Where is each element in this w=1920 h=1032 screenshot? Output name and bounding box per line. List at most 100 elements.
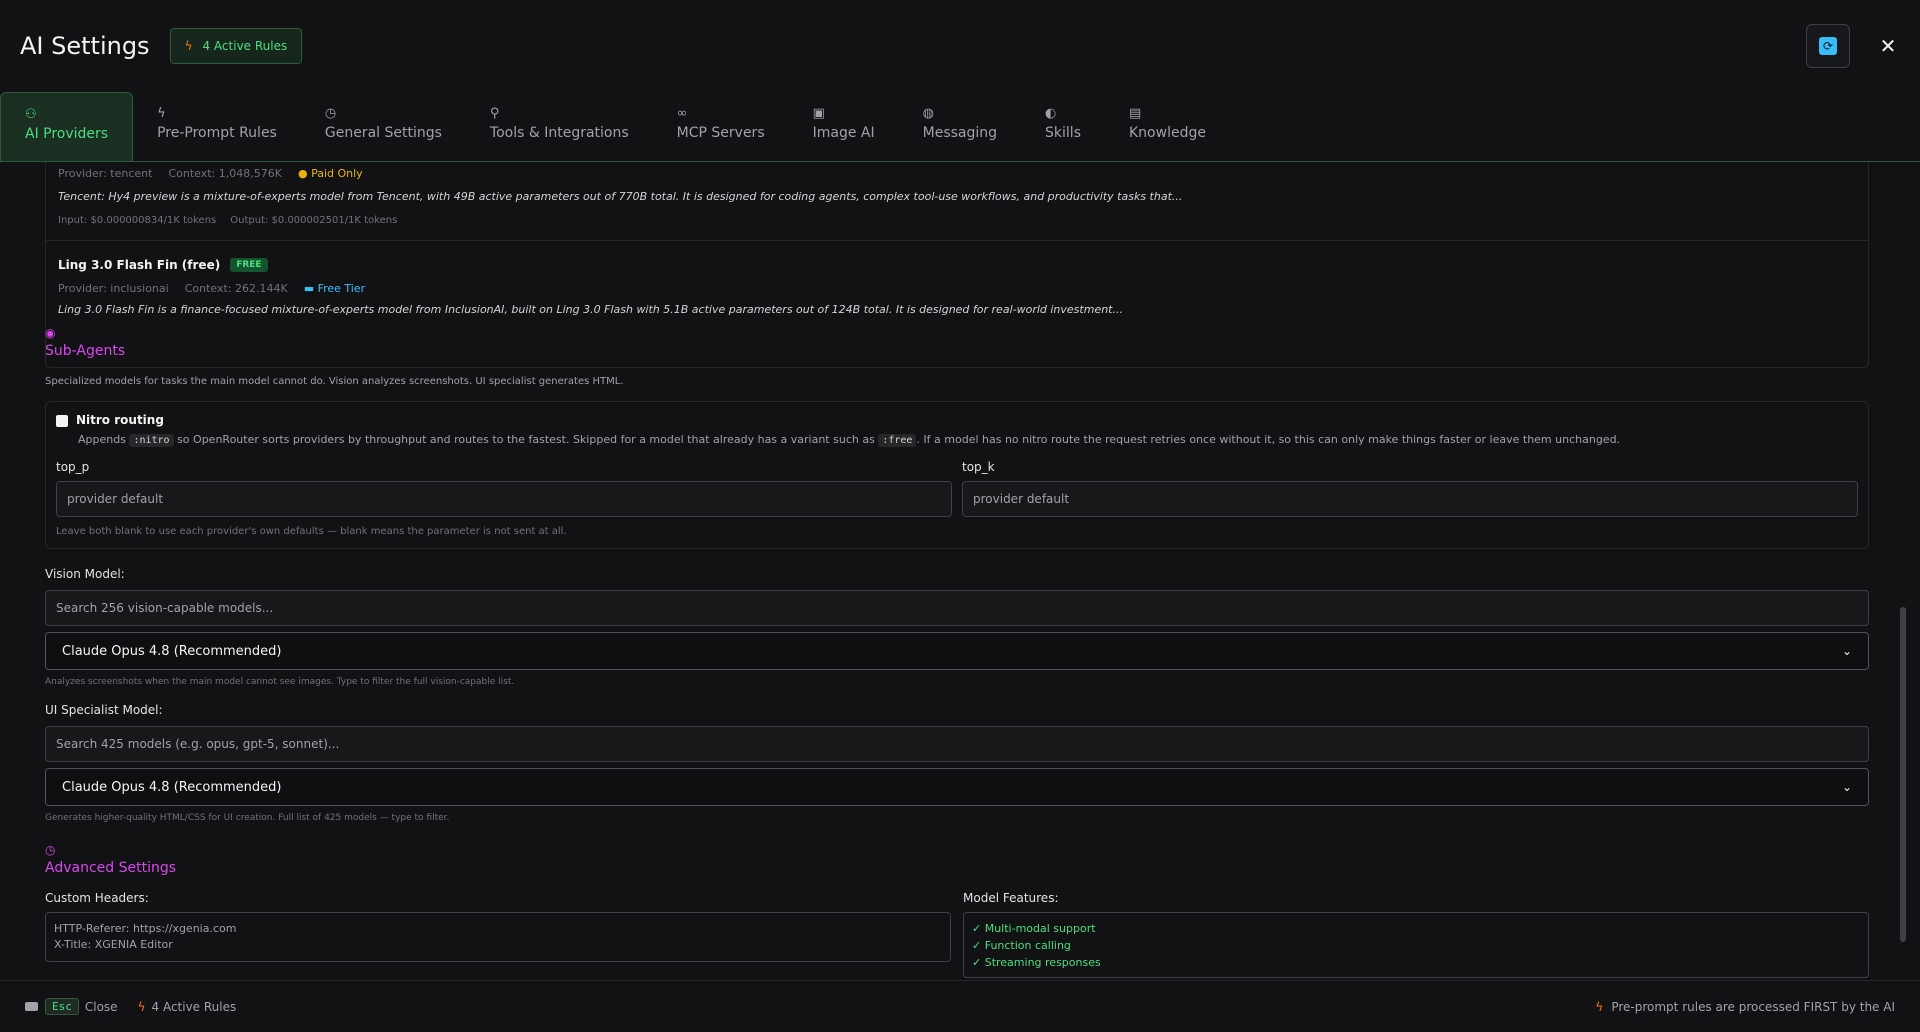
close-icon[interactable]: ✕ [1876,34,1900,58]
tab-skills[interactable]: ◐ Skills [1021,92,1105,161]
vision-model-search-input[interactable]: Search 256 vision-capable models... [45,590,1869,626]
ui-specialist-selected: Claude Opus 4.8 (Recommended) [62,779,282,795]
clock-icon: ◷ [45,843,56,857]
tab-label: General Settings [324,125,442,141]
tab-mcp-servers[interactable]: ∞ MCP Servers [653,92,789,161]
vision-model-hint: Analyzes screenshots when the main model… [45,677,515,687]
bolt-icon: ϟ [1595,999,1604,1014]
top-p-input[interactable]: provider default [56,481,952,517]
sync-button[interactable]: ⟳ [1806,24,1850,68]
ui-specialist-search-input[interactable]: Search 425 models (e.g. opus, gpt-5, son… [45,726,1869,762]
chevron-down-icon: ⌄ [1841,780,1852,794]
free-badge: FREE [230,258,268,272]
tab-label: Knowledge [1129,125,1206,141]
eye-icon: ◉ [45,326,56,340]
image-icon: ▣ [812,106,825,121]
model-description: Tencent: Hy4 preview is a mixture-of-exp… [58,190,1183,203]
tab-label: Skills [1045,125,1081,141]
custom-header-line: X-Title: XGENIA Editor [54,938,173,951]
tab-image-ai[interactable]: ▣ Image AI [789,92,899,161]
settings-footer: Esc Close ϟ 4 Active Rules ϟ Pre-prompt … [0,980,1920,1032]
ui-specialist-label: UI Specialist Model: [45,703,163,717]
scrollbar-thumb[interactable] [1900,607,1906,942]
tab-label: AI Providers [25,126,109,142]
nitro-routing-label: Nitro routing [76,413,164,427]
nitro-desc-part: so OpenRouter sorts providers by through… [177,433,875,446]
tab-messaging[interactable]: ◍ Messaging [899,92,1021,161]
paid-only-badge: ● Paid Only [298,167,363,180]
custom-headers-textarea[interactable]: HTTP-Referer: https://xgenia.com X-Title… [45,912,951,962]
model-description: Ling 3.0 Flash Fin is a finance-focused … [58,303,1123,316]
esc-key: Esc [45,998,79,1015]
footer-info-text: Pre-prompt rules are processed FIRST by … [1611,999,1895,1014]
model-output-price: Output: $0.000002501/1K tokens [230,215,398,226]
model-name: Ling 3.0 Flash Fin (free) [58,258,221,272]
free-tier-icon: ▬ [303,282,318,295]
feature-item: ✓ Multi-modal support [972,922,1096,935]
link-icon: ∞ [676,106,688,121]
page-title: AI Settings [20,32,150,60]
database-icon: ▤ [1129,106,1142,121]
model-input-price: Input: $0.000000834/1K tokens [58,215,217,226]
settings-header: AI Settings ϟ 4 Active Rules ⟳ ✕ [0,0,1920,92]
clock-icon: ◷ [324,106,337,121]
custom-header-line: HTTP-Referer: https://xgenia.com [54,922,237,935]
list-item[interactable]: Provider: tencent Context: 1,048,576K ● … [58,167,1856,226]
tab-knowledge[interactable]: ▤ Knowledge [1105,92,1230,161]
model-list[interactable]: Provider: tencent Context: 1,048,576K ● … [45,162,1869,368]
tab-tools-integrations[interactable]: ⚲ Tools & Integrations [466,92,653,161]
wrench-icon: ⚲ [489,106,500,121]
nitro-code: :nitro [129,434,174,447]
list-item[interactable]: Ling 3.0 Flash Fin (free) FREE Provider:… [58,258,1856,316]
settings-tabs: ⚇ AI Providers ϟ Pre-Prompt Rules ◷ Gene… [0,92,1920,162]
sub-agents-description: Specialized models for tasks the main mo… [45,376,624,387]
tab-label: Tools & Integrations [489,125,629,141]
tier-label: Paid Only [311,167,363,180]
free-code: :free [878,434,917,447]
active-rules-badge[interactable]: ϟ 4 Active Rules [169,28,303,64]
chevron-down-icon: ⌄ [1841,644,1852,658]
tab-ai-providers[interactable]: ⚇ AI Providers [0,92,134,161]
tab-label: Image AI [812,125,875,141]
top-k-label: top_k [962,460,995,474]
model-context: Context: 1,048,576K [168,167,282,180]
tab-label: MCP Servers [676,125,765,141]
vision-model-label: Vision Model: [45,567,125,581]
tab-pre-prompt-rules[interactable]: ϟ Pre-Prompt Rules [133,92,301,161]
model-context: Context: 262.144K [184,282,288,295]
ui-specialist-select[interactable]: Claude Opus 4.8 (Recommended) ⌄ [45,768,1869,806]
tab-label: Messaging [922,125,998,141]
nitro-routing-panel: Nitro routing Appends :nitro so OpenRout… [45,401,1869,549]
model-provider: Provider: inclusionai [58,282,169,295]
advanced-settings-title: Advanced Settings [45,860,177,876]
coin-icon: ● [297,167,312,180]
feature-item: ✓ Function calling [972,939,1071,952]
nitro-routing-description: Appends :nitro so OpenRouter sorts provi… [78,433,1621,447]
vision-model-select[interactable]: Claude Opus 4.8 (Recommended) ⌄ [45,632,1869,670]
sub-agents-title: Sub-Agents [45,343,126,359]
ui-specialist-hint: Generates higher-quality HTML/CSS for UI… [45,813,450,823]
sampling-hint: Leave both blank to use each provider's … [56,526,567,537]
tab-label: Pre-Prompt Rules [157,125,277,141]
top-p-label: top_p [56,460,90,474]
model-provider: Provider: tencent [58,167,153,180]
tab-general-settings[interactable]: ◷ General Settings [301,92,466,161]
top-k-input[interactable]: provider default [962,481,1858,517]
settings-content[interactable]: Provider: tencent Context: 1,048,576K ● … [0,162,1910,980]
keyboard-icon [25,1002,38,1011]
bolt-icon: ϟ [137,999,146,1014]
bolt-icon: ϟ [184,39,193,53]
footer-active-rules: 4 Active Rules [151,999,237,1014]
bolt-icon: ϟ [157,106,166,121]
tier-label: Free Tier [317,282,366,295]
chat-icon: ◍ [922,106,934,121]
vision-model-selected: Claude Opus 4.8 (Recommended) [62,643,282,659]
active-rules-badge-label: 4 Active Rules [202,39,288,53]
nitro-routing-checkbox[interactable] [56,415,68,427]
nitro-desc-part: Appends [78,433,126,446]
nitro-desc-part: . If a model has no nitro route the requ… [916,433,1621,446]
brain-icon: ◐ [1045,106,1057,121]
sync-icon: ⟳ [1819,37,1837,55]
model-features-panel: ✓ Multi-modal support ✓ Function calling… [963,912,1869,978]
custom-headers-label: Custom Headers: [45,891,149,905]
